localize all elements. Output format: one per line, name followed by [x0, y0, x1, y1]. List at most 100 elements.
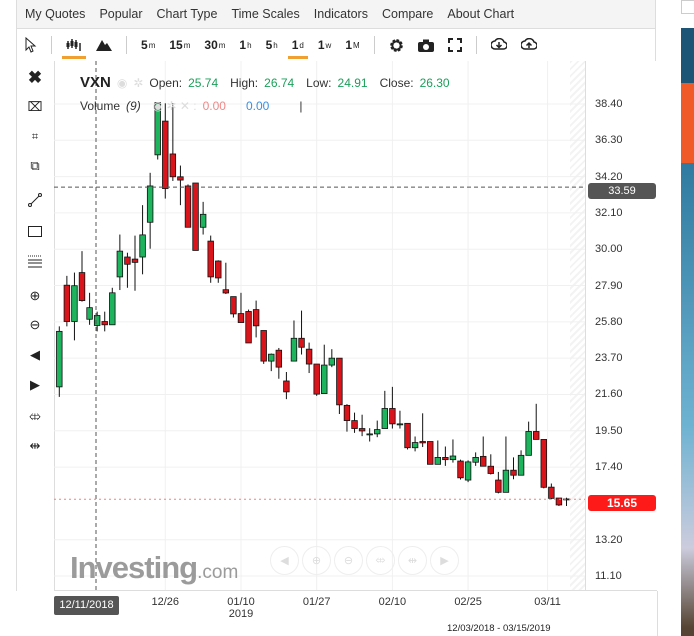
area-chart-icon[interactable]: [96, 29, 112, 61]
candle-body: [533, 431, 540, 440]
low-label: Low:: [306, 76, 332, 90]
pointer-icon[interactable]: [25, 29, 37, 61]
download-icon[interactable]: [490, 29, 507, 61]
x-tick-label: 01/10 2019: [227, 596, 255, 620]
menu-about-chart[interactable]: About Chart: [447, 7, 514, 21]
ts-num: 1: [345, 38, 352, 52]
candle-body: [101, 321, 108, 326]
candle-body: [93, 315, 101, 326]
menu-popular[interactable]: Popular: [99, 7, 142, 21]
y-tick-label: 25.80: [595, 315, 623, 328]
ts-unit: h: [247, 40, 252, 50]
candle-body: [139, 234, 146, 258]
divider: [126, 36, 127, 54]
zoom-expand-icon[interactable]: ⤄: [25, 407, 45, 425]
ts-unit: w: [325, 40, 332, 50]
volume-legend: Volume (9) ◉ ✲ ✕ : 0.00 0.00 |: [80, 99, 302, 113]
x-tick-label: 02/25: [454, 596, 482, 608]
close-icon[interactable]: ✖: [25, 68, 45, 87]
candle-body: [336, 357, 343, 406]
menu-compare[interactable]: Compare: [382, 7, 433, 21]
candle-body: [169, 153, 177, 178]
nav-zoom-in-button[interactable]: ⊕: [302, 546, 331, 575]
timescale-30m[interactable]: 30 m: [204, 29, 225, 61]
zoom-shrink-icon[interactable]: ⇹: [25, 437, 45, 455]
gear-icon[interactable]: [389, 29, 404, 61]
timescale-1M[interactable]: 1M: [345, 29, 359, 61]
timescale-1w[interactable]: 1w: [318, 29, 331, 61]
x-tick-label: 03/11: [534, 596, 561, 608]
menu-my-quotes[interactable]: My Quotes: [25, 7, 85, 21]
candle-body: [396, 423, 404, 426]
candle-body: [313, 363, 320, 395]
x-tick-text: 02/25: [454, 596, 482, 608]
candlestick-chart-icon[interactable]: [62, 29, 86, 61]
nav-zoom-out-button[interactable]: ⊖: [334, 546, 363, 575]
x-tick-text: 12/26: [151, 596, 180, 608]
eye-icon[interactable]: ◉ ✲ ✕ :: [153, 99, 197, 113]
candle-body: [374, 429, 381, 435]
candle-body: [411, 442, 419, 449]
scroll-left-icon[interactable]: ◀: [25, 346, 45, 364]
candle-body: [109, 292, 116, 326]
chart-toolbar: 5m 15 m 30 m 1h 5h 1d 1w 1M: [16, 29, 656, 61]
candle-body: [116, 250, 124, 278]
high-label: High:: [230, 76, 259, 90]
ts-num: 30: [204, 38, 218, 52]
camera-icon[interactable]: [417, 29, 434, 61]
fullscreen-icon[interactable]: [447, 29, 462, 61]
nav-scroll-right-button[interactable]: ▶: [430, 546, 459, 575]
ts-unit: M: [353, 40, 360, 50]
candle-body: [283, 380, 290, 393]
delete-all-icon[interactable]: ⌗: [25, 128, 45, 146]
side-advert-image: [681, 28, 694, 636]
timescale-1d[interactable]: 1d: [287, 29, 309, 61]
y-tick-label: 11.10: [595, 570, 622, 583]
timescale-5m[interactable]: 5m: [141, 29, 155, 61]
trend-line-icon[interactable]: [25, 191, 45, 209]
upload-icon[interactable]: [520, 29, 537, 61]
timescale-5h[interactable]: 5h: [266, 29, 278, 61]
ts-num: 5: [141, 38, 148, 52]
x-tick-label: 01/27: [303, 596, 331, 608]
candle-body: [245, 311, 252, 344]
candle-body: [237, 313, 245, 323]
candle-body: [464, 461, 472, 481]
menu-indicators[interactable]: Indicators: [314, 7, 368, 21]
nav-shrink-button[interactable]: ⇹: [398, 546, 427, 575]
gear-icon[interactable]: ✲: [133, 76, 143, 90]
fibonacci-lines-icon[interactable]: [25, 252, 45, 270]
y-tick-label: 13.20: [595, 533, 623, 546]
delete-drawing-icon[interactable]: ⌧: [25, 98, 45, 116]
close-label: Close:: [379, 76, 414, 90]
nav-scroll-left-button[interactable]: ◀: [270, 546, 299, 575]
menu-chart-type[interactable]: Chart Type: [157, 7, 218, 21]
candle-body: [366, 433, 373, 436]
eye-icon[interactable]: ◉: [117, 76, 127, 90]
x-tick-label: 12/26: [152, 596, 180, 608]
candle-body: [298, 337, 305, 348]
candle-body: [480, 455, 487, 467]
candle-body: [268, 353, 275, 362]
zoom-in-icon[interactable]: ⊕: [25, 287, 45, 305]
nav-expand-button[interactable]: ⤄: [366, 546, 395, 575]
candle-body: [63, 284, 71, 322]
y-tick-label: 21.60: [595, 388, 623, 401]
rectangle-icon[interactable]: [25, 222, 45, 240]
menu-time-scales[interactable]: Time Scales: [231, 7, 299, 21]
menu-bar: My Quotes Popular Chart Type Time Scales…: [16, 0, 656, 29]
candle-body: [124, 256, 131, 265]
zoom-out-icon[interactable]: ⊖: [25, 316, 45, 334]
candle-body: [131, 258, 139, 263]
ts-num: 1: [291, 38, 299, 52]
candle-body: [404, 422, 411, 449]
close-value: 26.30: [419, 76, 450, 90]
clone-icon[interactable]: ⧉: [25, 157, 45, 175]
price-chart[interactable]: [54, 61, 585, 590]
scroll-right-icon[interactable]: ▶: [25, 376, 45, 394]
timescale-1h[interactable]: 1h: [239, 29, 251, 61]
timescale-15m[interactable]: 15 m: [169, 29, 190, 61]
candle-body: [78, 272, 86, 301]
candle-body: [358, 428, 366, 432]
x-tick-text: 03/11: [534, 596, 561, 608]
